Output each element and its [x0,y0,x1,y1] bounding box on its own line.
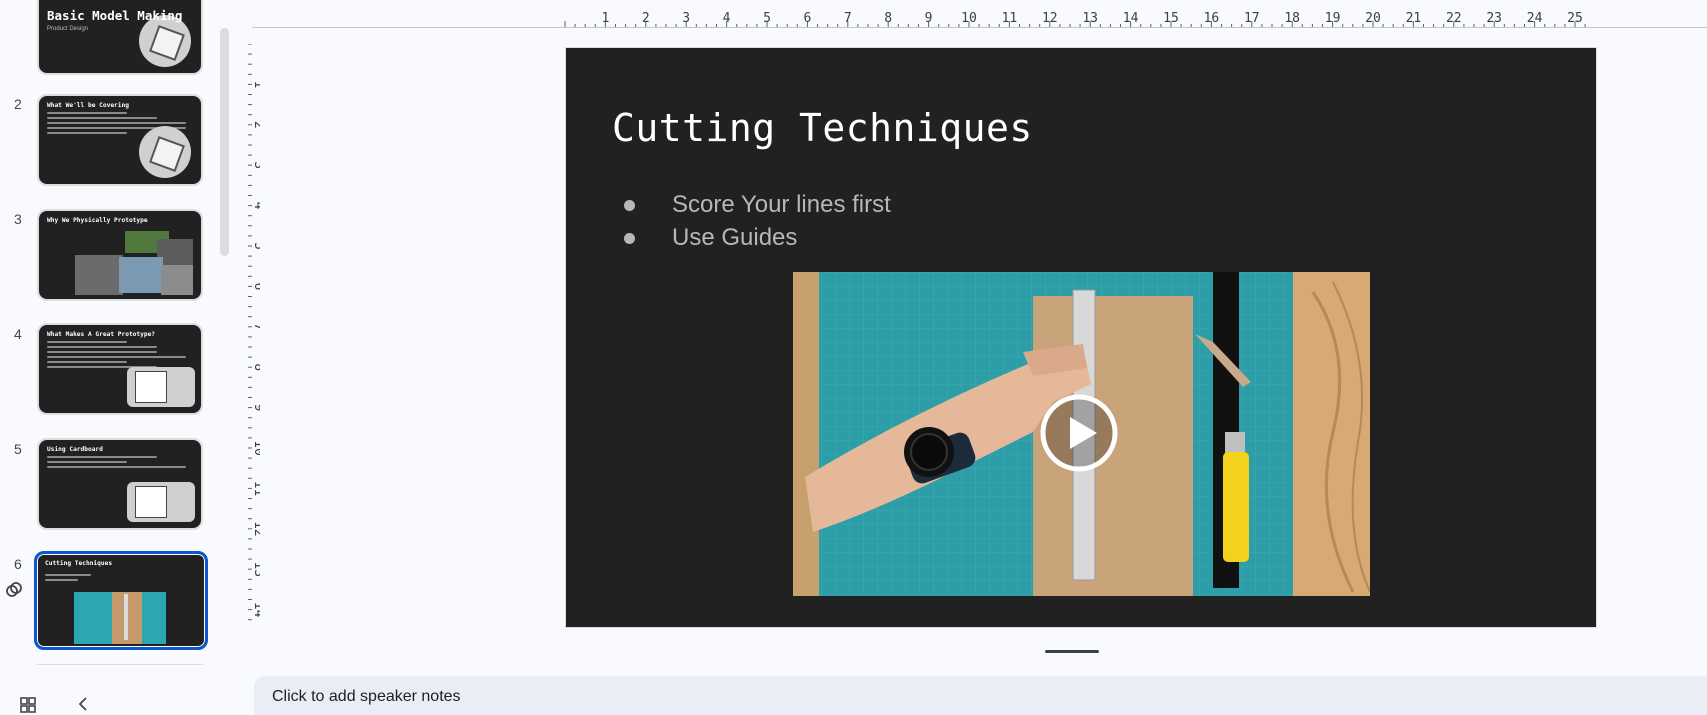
ruler-label: 24 [1527,12,1543,26]
thumbnail-title: Basic Model Making [47,8,183,23]
slide-bullet-list[interactable]: Score Your lines first Use Guides [624,188,891,254]
thumbnail-title: What We'll be Covering [47,102,129,109]
ruler-label: 5 [763,12,771,26]
slide-number: 2 [14,96,22,112]
ruler-label: 11 [251,481,260,497]
ruler-label: 19 [1325,12,1341,26]
chevron-left-icon[interactable] [76,696,90,712]
ruler-label: 9 [925,12,933,26]
ruler-label: 8 [884,12,892,26]
thumbnail-title: Cutting Techniques [45,560,113,567]
slide-title[interactable]: Cutting Techniques [612,106,1033,150]
thumbnail-subtitle: Product Design [47,26,89,32]
ruler-label: 7 [251,323,260,331]
slide-thumbnail-5[interactable]: Using Cardboard [37,438,203,530]
thumbnail-title: What Makes A Great Prototype? [47,331,156,338]
slide-number: 5 [14,441,22,457]
thumbnail-illustration [127,482,195,522]
thumbnail-photo-collage [75,231,195,295]
filmstrip-panel: Basic Model Making Product Design 2 What… [0,0,230,715]
slide-number: 3 [14,211,22,227]
filmstrip-scrollbar[interactable] [220,28,229,256]
ruler-label: 2 [251,121,260,129]
embedded-video[interactable] [793,272,1370,596]
thumbnail-illustration [139,126,191,178]
vertical-ruler: 1234567891011121314 [248,44,260,621]
play-icon[interactable] [1039,393,1119,473]
ruler-label: 17 [1244,12,1260,26]
ruler-label: 6 [251,282,260,290]
ruler-label: 1 [251,80,260,88]
ruler-label: 15 [1163,12,1179,26]
speaker-notes-panel[interactable]: Click to add speaker notes [254,676,1707,715]
horizontal-ruler: 1 2 3 4 5 6 7 8 9 10 11 12 13 14 15 16 17 18 19 20 21 22 23 24 2… [564,12,1586,28]
ruler-label: 11 [1002,12,1018,26]
ruler-label: 23 [1486,12,1502,26]
ruler-label: 2 [642,12,650,26]
ruler-label: 20 [1365,12,1381,26]
slide-number: 6 [14,556,22,572]
ruler-label: 10 [251,440,260,456]
divider [37,664,203,665]
ruler-label: 4 [723,12,731,26]
ruler-label: 25 [1567,12,1583,26]
ruler-label: 12 [251,521,260,537]
ruler-label: 18 [1284,12,1300,26]
ruler-label: 16 [1204,12,1220,26]
slide-thumbnail-3[interactable]: Why We Physically Prototype [37,209,203,301]
ruler-label: 7 [844,12,852,26]
slide-canvas[interactable]: Cutting Techniques Score Your lines firs… [565,47,1597,628]
slide-thumbnail-6[interactable]: Cutting Techniques [34,551,208,650]
ruler-label: 4 [251,202,260,210]
ruler-label: 10 [961,12,977,26]
ruler-label: 21 [1406,12,1422,26]
thumbnail-title: Using Cardboard [47,446,103,453]
ruler-label: 13 [1082,12,1098,26]
ruler-label: 1 [601,12,609,26]
ruler-label: 5 [251,242,260,250]
ruler-label: 9 [251,404,260,412]
ruler-label: 8 [251,363,260,371]
ruler-label: 14 [1123,12,1139,26]
ruler-label: 22 [1446,12,1462,26]
slide-thumbnail-2[interactable]: What We'll be Covering [37,94,203,186]
ruler-label: 14 [251,602,260,618]
grid-view-icon[interactable] [19,696,37,714]
bullet-item: Use Guides [624,221,891,254]
ruler-label: 12 [1042,12,1058,26]
ruler-label: 3 [682,12,690,26]
speaker-notes-placeholder[interactable]: Click to add speaker notes [272,688,461,706]
notes-resize-handle[interactable] [1045,650,1099,653]
thumbnail-video [74,592,166,644]
ruler-label: 13 [251,561,260,577]
link-icon[interactable] [4,580,24,600]
slide-thumbnail-4[interactable]: What Makes A Great Prototype? [37,323,203,415]
thumbnail-text-lines [45,574,197,584]
slide-number: 4 [14,326,22,342]
ruler-label: 3 [251,161,260,169]
bullet-item: Score Your lines first [624,188,891,221]
thumbnail-illustration [127,367,195,407]
ruler-baseline [252,27,1707,28]
ruler-label: 6 [803,12,811,26]
thumbnail-title: Why We Physically Prototype [47,217,148,224]
thumbnail-text-lines [47,456,193,471]
